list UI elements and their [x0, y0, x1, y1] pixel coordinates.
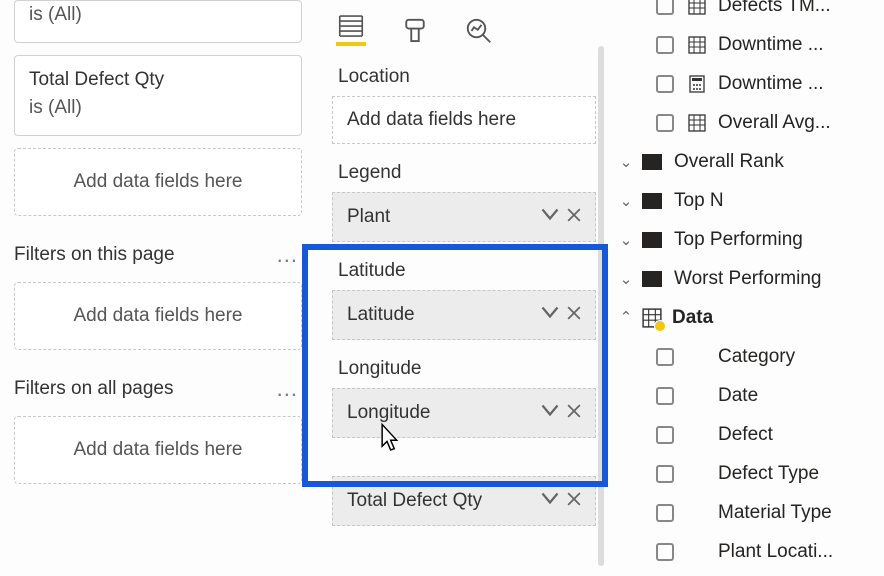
- field-item[interactable]: Category: [616, 337, 884, 376]
- filters-page-header: Filters on this page: [14, 244, 175, 266]
- folder-icon: [642, 271, 662, 287]
- field-item[interactable]: Overall Avg...: [616, 103, 884, 142]
- filter-dropzone-visual[interactable]: Add data fields here: [14, 148, 302, 216]
- folder-item[interactable]: ⌄ Top Performing: [616, 220, 884, 259]
- calculator-icon: [688, 75, 706, 93]
- folder-name: Overall Rank: [674, 151, 784, 173]
- field-name: Defect: [718, 424, 773, 446]
- checkbox[interactable]: [656, 114, 674, 132]
- checkbox[interactable]: [656, 426, 674, 444]
- table-icon: [642, 308, 662, 328]
- filter-dropzone-page[interactable]: Add data fields here: [14, 282, 302, 350]
- filter-condition: is (All): [29, 94, 287, 123]
- fields-panel: Defects TM... Downtime ... Downtime ... …: [616, 0, 884, 571]
- filters-panel: is (All) Total Defect Qty is (All) Add d…: [0, 0, 310, 498]
- chevron-down-icon[interactable]: [541, 489, 559, 513]
- format-tab[interactable]: [400, 16, 430, 46]
- folder-name: Top Performing: [674, 229, 803, 251]
- close-icon[interactable]: [567, 490, 581, 512]
- field-item[interactable]: Plant Locati...: [616, 532, 884, 571]
- checkbox[interactable]: [656, 504, 674, 522]
- folder-name: Top N: [674, 190, 724, 212]
- filters-all-header: Filters on all pages: [14, 378, 173, 400]
- close-icon[interactable]: [567, 304, 581, 326]
- checkbox[interactable]: [656, 465, 674, 483]
- table-item[interactable]: ⌄ Data: [616, 298, 884, 337]
- measure-icon: [688, 36, 706, 54]
- checkbox[interactable]: [656, 0, 674, 15]
- field-pill-label: Plant: [347, 206, 541, 228]
- field-name: Overall Avg...: [718, 112, 831, 134]
- chevron-down-icon[interactable]: [541, 401, 559, 425]
- well-field-longitude[interactable]: Longitude: [332, 388, 596, 438]
- field-item[interactable]: Date: [616, 376, 884, 415]
- folder-item[interactable]: ⌄ Overall Rank: [616, 142, 884, 181]
- field-name: Plant Locati...: [718, 541, 833, 563]
- measure-icon: [688, 0, 706, 15]
- well-drop-location[interactable]: Add data fields here: [332, 96, 596, 144]
- status-badge: [654, 320, 666, 332]
- chevron-down-icon[interactable]: ⌄: [616, 192, 636, 210]
- field-item[interactable]: Defects TM...: [616, 0, 884, 25]
- close-icon[interactable]: [567, 206, 581, 228]
- close-icon[interactable]: [567, 402, 581, 424]
- folder-item[interactable]: ⌄ Worst Performing: [616, 259, 884, 298]
- well-field-latitude[interactable]: Latitude: [332, 290, 596, 340]
- chevron-down-icon[interactable]: ⌄: [616, 231, 636, 249]
- fields-tab[interactable]: [336, 16, 366, 46]
- more-options-button[interactable]: ...: [277, 376, 298, 402]
- field-item[interactable]: Downtime ...: [616, 64, 884, 103]
- field-name: Material Type: [718, 502, 832, 524]
- field-pill-label: Total Defect Qty: [347, 490, 541, 512]
- field-name: Date: [718, 385, 758, 407]
- field-pill-label: Latitude: [347, 304, 541, 326]
- well-label-latitude: Latitude: [318, 248, 610, 290]
- well-label-legend: Legend: [318, 150, 610, 192]
- more-options-button[interactable]: ...: [277, 242, 298, 268]
- field-name: Defects TM...: [718, 0, 831, 17]
- chevron-up-icon[interactable]: ⌄: [616, 307, 636, 325]
- checkbox[interactable]: [656, 543, 674, 561]
- folder-icon: [642, 232, 662, 248]
- field-item[interactable]: Defect Type: [616, 454, 884, 493]
- visualizations-panel: Location Add data fields here Legend Pla…: [318, 0, 610, 532]
- checkbox[interactable]: [656, 36, 674, 54]
- filter-card[interactable]: is (All): [14, 0, 302, 43]
- field-item[interactable]: Defect: [616, 415, 884, 454]
- field-name: Downtime ...: [718, 34, 824, 56]
- filter-dropzone-all[interactable]: Add data fields here: [14, 416, 302, 484]
- field-name: Category: [718, 346, 795, 368]
- well-field-legend[interactable]: Plant: [332, 192, 596, 242]
- well-label-location: Location: [318, 54, 610, 96]
- field-item[interactable]: Material Type: [616, 493, 884, 532]
- chevron-down-icon[interactable]: [541, 205, 559, 229]
- folder-name: Worst Performing: [674, 268, 821, 290]
- filter-card[interactable]: Total Defect Qty is (All): [14, 55, 302, 136]
- checkbox[interactable]: [656, 387, 674, 405]
- chevron-down-icon[interactable]: ⌄: [616, 270, 636, 288]
- scrollbar[interactable]: [598, 46, 604, 566]
- table-name: Data: [672, 307, 713, 329]
- folder-icon: [642, 154, 662, 170]
- measure-icon: [688, 114, 706, 132]
- chevron-down-icon[interactable]: ⌄: [616, 153, 636, 171]
- well-field-size[interactable]: Total Defect Qty: [332, 476, 596, 526]
- folder-icon: [642, 193, 662, 209]
- field-name: Downtime ...: [718, 73, 824, 95]
- analytics-tab[interactable]: [464, 16, 494, 46]
- field-item[interactable]: Downtime ...: [616, 25, 884, 64]
- filter-field-name: Total Defect Qty: [29, 66, 287, 95]
- folder-item[interactable]: ⌄ Top N: [616, 181, 884, 220]
- checkbox[interactable]: [656, 75, 674, 93]
- filter-condition: is (All): [29, 1, 287, 30]
- field-pill-label: Longitude: [347, 402, 541, 424]
- checkbox[interactable]: [656, 348, 674, 366]
- field-name: Defect Type: [718, 463, 819, 485]
- well-label-longitude: Longitude: [318, 346, 610, 388]
- chevron-down-icon[interactable]: [541, 303, 559, 327]
